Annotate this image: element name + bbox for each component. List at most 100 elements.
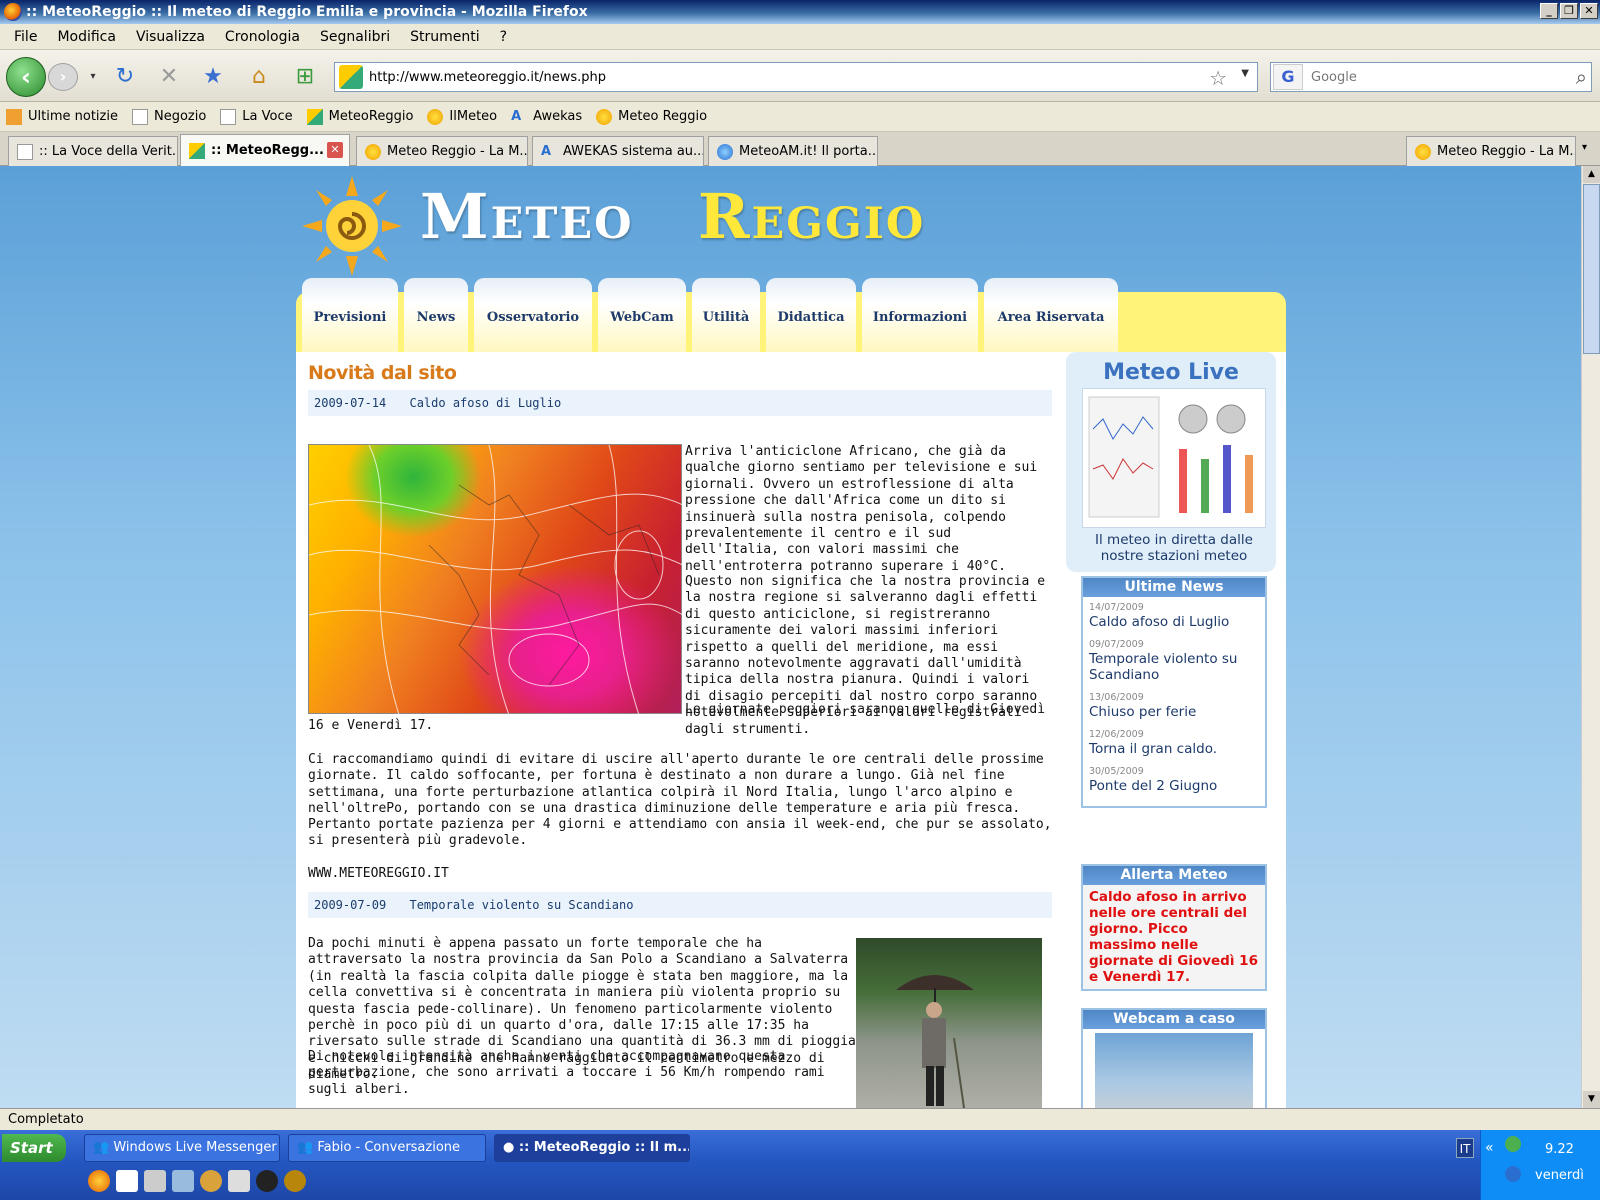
site-logo[interactable]: Meteo Reggio: [300, 174, 980, 276]
vertical-scrollbar[interactable]: ▲ ▼: [1581, 166, 1600, 1108]
bookmark-ilmeteo[interactable]: IlMeteo: [427, 108, 497, 125]
url-text[interactable]: http://www.meteoreggio.it/news.php: [369, 70, 606, 85]
messenger-status-icon[interactable]: [1505, 1136, 1521, 1152]
bookmark-meteoreggio[interactable]: MeteoReggio: [306, 108, 413, 125]
logo-word-meteo: Meteo: [420, 180, 634, 253]
nav-news[interactable]: News: [404, 278, 468, 352]
quicklaunch-desktop-icon[interactable]: [172, 1170, 194, 1192]
news-date: 2009-07-14: [314, 396, 387, 410]
tab-awekas[interactable]: A AWEKAS sistema au...: [532, 136, 704, 166]
avast-icon[interactable]: [1505, 1166, 1521, 1182]
taskbar-firefox[interactable]: ● :: MeteoReggio :: Il m...: [494, 1134, 690, 1162]
start-button[interactable]: Start: [2, 1134, 66, 1162]
scroll-thumb[interactable]: [1583, 184, 1600, 354]
news-title[interactable]: Temporale violento su Scandiano: [409, 898, 633, 912]
firefox-icon: ●: [503, 1140, 519, 1155]
url-dropdown-icon[interactable]: ▼: [1241, 68, 1249, 79]
news1-paragraph-4: Ci raccomandiamo quindi di evitare di us…: [308, 752, 1044, 817]
tab-meteo-reggio[interactable]: Meteo Reggio - La M...: [356, 136, 528, 166]
page-icon: [220, 108, 237, 125]
quicklaunch-cube-icon[interactable]: [228, 1170, 250, 1192]
back-button[interactable]: ‹: [6, 57, 46, 97]
allerta-meteo-box: Allerta Meteo Caldo afoso in arrivo nell…: [1081, 864, 1267, 991]
windows-taskbar: Start 👥 Windows Live Messenger 👥 Fabio -…: [0, 1130, 1600, 1200]
taskbar-conversazione[interactable]: 👥 Fabio - Conversazione: [288, 1134, 486, 1162]
bookmark-page-icon[interactable]: ★: [200, 64, 226, 90]
messenger-icon: 👥: [297, 1140, 318, 1155]
search-input[interactable]: Google: [1311, 70, 1357, 85]
quicklaunch-misc-icon[interactable]: [284, 1170, 306, 1192]
nav-previsioni[interactable]: Previsioni: [302, 278, 398, 352]
quicklaunch-firefox-icon[interactable]: [88, 1170, 110, 1192]
address-bar[interactable]: http://www.meteoreggio.it/news.php ☆ ▼: [334, 62, 1258, 92]
forward-button[interactable]: ›: [48, 63, 78, 91]
tab-meteoam[interactable]: MeteoAM.it! Il porta...: [708, 136, 878, 166]
menu-segnalibri[interactable]: Segnalibri: [310, 29, 400, 45]
search-engine-icon[interactable]: G: [1273, 64, 1303, 90]
bookmark-negozio[interactable]: Negozio: [131, 108, 206, 125]
nav-informazioni[interactable]: Informazioni: [862, 278, 978, 352]
list-item[interactable]: 14/07/2009 Caldo afoso di Luglio: [1089, 601, 1259, 630]
tab-meteo-reggio-2[interactable]: Meteo Reggio - La M...: [1406, 136, 1576, 166]
news2-paragraph-2: Di notevole intensità anche i venti che …: [308, 1049, 825, 1097]
menu-cronologia[interactable]: Cronologia: [215, 29, 310, 45]
nav-webcam[interactable]: WebCam: [598, 278, 686, 352]
menu-modifica[interactable]: Modifica: [47, 29, 126, 45]
logo-word-reggio: Reggio: [698, 180, 926, 253]
page-content: Novità dal sito 2009-07-14 Caldo afoso d…: [296, 352, 1286, 1108]
bookmark-la-voce[interactable]: La Voce: [220, 108, 293, 125]
news-title[interactable]: Caldo afoso di Luglio: [409, 396, 561, 410]
taskbar-messenger[interactable]: 👥 Windows Live Messenger: [84, 1134, 280, 1162]
nav-didattica[interactable]: Didattica: [766, 278, 856, 352]
minimize-button[interactable]: _: [1540, 3, 1558, 19]
tab-la-voce[interactable]: :: La Voce della Verit...: [8, 136, 178, 166]
list-item[interactable]: 30/05/2009 Ponte del 2 Giugno: [1089, 765, 1259, 794]
logo-sun-icon: [302, 176, 402, 276]
home-icon[interactable]: ⌂: [246, 64, 272, 90]
meteo-live-box[interactable]: Meteo Live Il meteo in diretta dalle nos…: [1066, 352, 1276, 572]
ultime-news-title: Ultime News: [1083, 578, 1265, 597]
restore-button[interactable]: ❐: [1560, 3, 1578, 19]
bookmark-meteo-reggio[interactable]: Meteo Reggio: [596, 108, 707, 125]
new-tab-icon[interactable]: ⊞: [292, 64, 318, 90]
menu-strumenti[interactable]: Strumenti: [400, 29, 490, 45]
nav-utilita[interactable]: Utilità: [692, 278, 760, 352]
list-item[interactable]: 13/06/2009 Chiuso per ferie: [1089, 691, 1259, 720]
tray-expand-icon[interactable]: «: [1485, 1140, 1494, 1156]
scroll-up-icon[interactable]: ▲: [1583, 166, 1600, 183]
webcam-image[interactable]: [1095, 1033, 1253, 1108]
search-icon[interactable]: ⌕: [1576, 65, 1587, 89]
quicklaunch-tool-icon[interactable]: [144, 1170, 166, 1192]
stop-icon[interactable]: ✕: [156, 64, 182, 90]
news-header-2[interactable]: 2009-07-09 Temporale violento su Scandia…: [308, 892, 1052, 918]
quicklaunch-picasa-icon[interactable]: [116, 1170, 138, 1192]
close-window-button[interactable]: ✕: [1580, 3, 1598, 19]
tab-list-icon[interactable]: ▾: [1582, 142, 1587, 153]
star-bookmark-icon[interactable]: ☆: [1209, 66, 1227, 90]
menu-visualizza[interactable]: Visualizza: [126, 29, 215, 45]
reload-icon[interactable]: ↻: [112, 64, 138, 90]
bookmark-awekas[interactable]: A Awekas: [511, 109, 582, 125]
list-item[interactable]: 09/07/2009 Temporale violento su Scandian…: [1089, 638, 1259, 683]
menu-help[interactable]: ?: [490, 29, 517, 45]
language-indicator[interactable]: IT: [1456, 1138, 1474, 1158]
nav-osservatorio[interactable]: Osservatorio: [474, 278, 592, 352]
page-icon: [131, 108, 148, 125]
allerta-meteo-title: Allerta Meteo: [1083, 866, 1265, 885]
bookmark-ultime-notizie[interactable]: Ultime notizie: [6, 108, 118, 125]
window-titlebar: :: MeteoReggio :: Il meteo di Reggio Emi…: [0, 0, 1600, 24]
search-box[interactable]: G Google ⌕: [1270, 62, 1592, 92]
nav-area-riservata[interactable]: Area Riservata: [984, 278, 1118, 352]
news-header-1[interactable]: 2009-07-14 Caldo afoso di Luglio: [308, 390, 1052, 416]
scroll-down-icon[interactable]: ▼: [1583, 1091, 1600, 1108]
status-text: Completato: [8, 1112, 84, 1127]
list-item[interactable]: 12/06/2009 Torna il gran caldo.: [1089, 728, 1259, 757]
tab-meteoreggio-active[interactable]: :: MeteoRegg... ✕: [180, 134, 350, 166]
close-tab-icon[interactable]: ✕: [327, 142, 343, 158]
section-title: Novità dal sito: [308, 362, 457, 384]
menu-file[interactable]: File: [4, 29, 47, 45]
station-dashboard-image[interactable]: [1082, 388, 1266, 528]
quicklaunch-disc-icon[interactable]: [256, 1170, 278, 1192]
history-dropdown-icon[interactable]: ▾: [80, 64, 106, 90]
quicklaunch-app-icon[interactable]: [200, 1170, 222, 1192]
